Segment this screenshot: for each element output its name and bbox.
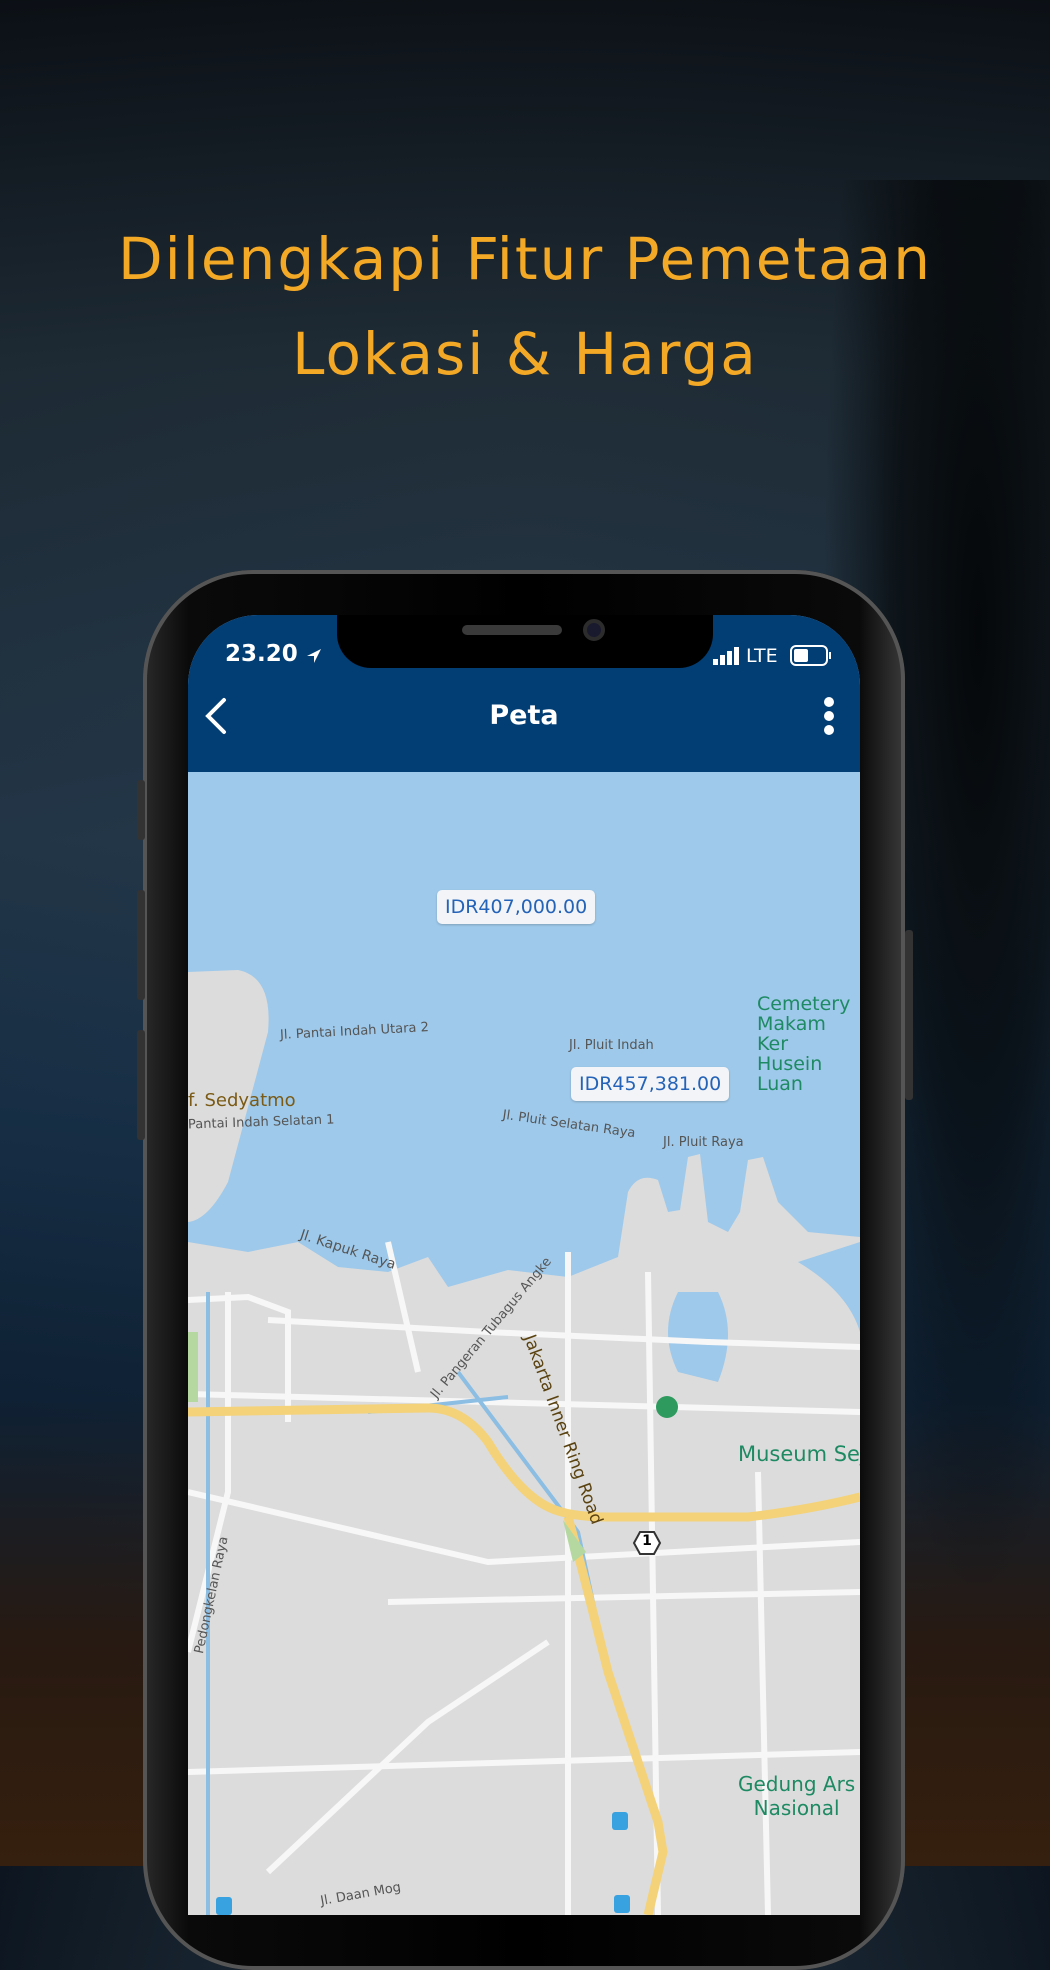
camera: [583, 619, 605, 641]
poi-gedung-arsip[interactable]: Gedung Ars Nasional: [738, 1772, 855, 1820]
phone-notch: [337, 615, 713, 668]
headline-line-2: Lokasi & Harga: [292, 320, 758, 388]
network-label: LTE: [746, 645, 778, 667]
location-arrow-icon: [307, 649, 321, 663]
phone-volume-up: [137, 890, 145, 1000]
signal-icon: [713, 647, 739, 665]
phone-mute-button: [137, 780, 145, 840]
transit-icon: [216, 1897, 232, 1915]
status-bar: 23.20 LTE: [188, 615, 860, 668]
price-marker[interactable]: IDR407,000.00: [437, 890, 596, 924]
more-vertical-icon[interactable]: [822, 696, 836, 738]
poi-cemetery[interactable]: Cemetery Makam Ker Husein Luan: [757, 994, 860, 1094]
map-view[interactable]: 1 IDR407,000.00 IDR457,381.00 Cemetery Ma…: [188, 772, 860, 1915]
battery-icon: [790, 645, 831, 666]
poi-museum[interactable]: Museum Sejarah Jak: [738, 1442, 860, 1466]
page-title: Peta: [489, 700, 559, 731]
speaker: [462, 625, 562, 635]
transit-icon: [612, 1812, 628, 1830]
phone-volume-down: [137, 1030, 145, 1140]
street-label: f. Sedyatmo: [188, 1090, 296, 1111]
headline-line-1: Dilengkapi Fitur Pemetaan: [117, 225, 933, 293]
app-bar: Peta: [188, 668, 860, 772]
cemetery-pin-icon: [656, 1396, 678, 1418]
street-label: Jl. Pluit Raya: [663, 1135, 744, 1150]
route-shield-label: 1: [642, 1533, 652, 1549]
phone-screen: 23.20 LTE Peta 1 IDR407,000.00 IDR457,38…: [188, 615, 860, 1915]
phone-power-button: [905, 930, 913, 1100]
price-marker[interactable]: IDR457,381.00: [571, 1067, 730, 1101]
street-label: Jl. Pluit Indah: [569, 1038, 654, 1053]
status-time: 23.20: [225, 641, 298, 667]
transit-icon: [614, 1895, 630, 1913]
